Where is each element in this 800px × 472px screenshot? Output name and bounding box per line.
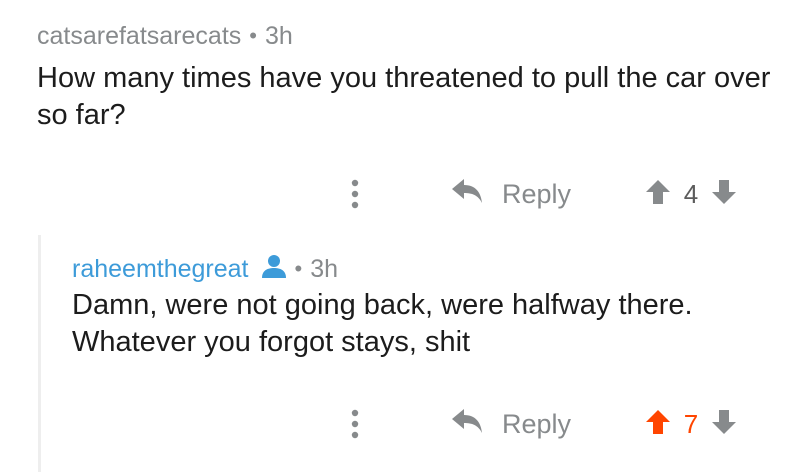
vote-controls: 7 [645, 404, 737, 444]
reply-arrow-icon [450, 407, 502, 442]
reply-button[interactable]: Reply [450, 174, 571, 214]
comment: catsarefatsarecats • 3h How many times h… [0, 0, 800, 235]
upvote-arrow-icon[interactable] [645, 178, 671, 211]
vote-score: 4 [683, 178, 699, 209]
comment-author[interactable]: raheemthegreat [72, 255, 249, 284]
reply-label: Reply [502, 178, 572, 209]
upvote-arrow-icon[interactable] [645, 408, 671, 441]
comment-author[interactable]: catsarefatsarecats [37, 22, 241, 51]
meta-separator: • [249, 23, 257, 48]
comment-timestamp: 3h [310, 254, 339, 283]
comment-meta: catsarefatsarecats • 3h [37, 19, 293, 53]
vote-score: 7 [683, 408, 699, 439]
comment-meta: raheemthegreat • 3h [72, 252, 338, 286]
more-options-icon[interactable] [345, 177, 365, 211]
reply-label: Reply [502, 408, 572, 439]
thread-line[interactable] [38, 235, 41, 472]
downvote-arrow-icon[interactable] [711, 408, 737, 441]
user-icon [249, 253, 287, 286]
reply-arrow-icon [450, 177, 502, 212]
reply-button[interactable]: Reply [450, 404, 571, 444]
downvote-arrow-icon[interactable] [711, 178, 737, 211]
vote-controls: 4 [645, 174, 737, 214]
comment-body: Damn, were not going back, were halfway … [72, 289, 693, 358]
reply-comment: raheemthegreat • 3h Damn, were not going… [0, 235, 800, 472]
meta-separator: • [294, 256, 303, 281]
more-options-icon[interactable] [345, 407, 365, 441]
comment-body: How many times have you threatened to pu… [37, 62, 771, 131]
comment-timestamp: 3h [264, 21, 293, 50]
